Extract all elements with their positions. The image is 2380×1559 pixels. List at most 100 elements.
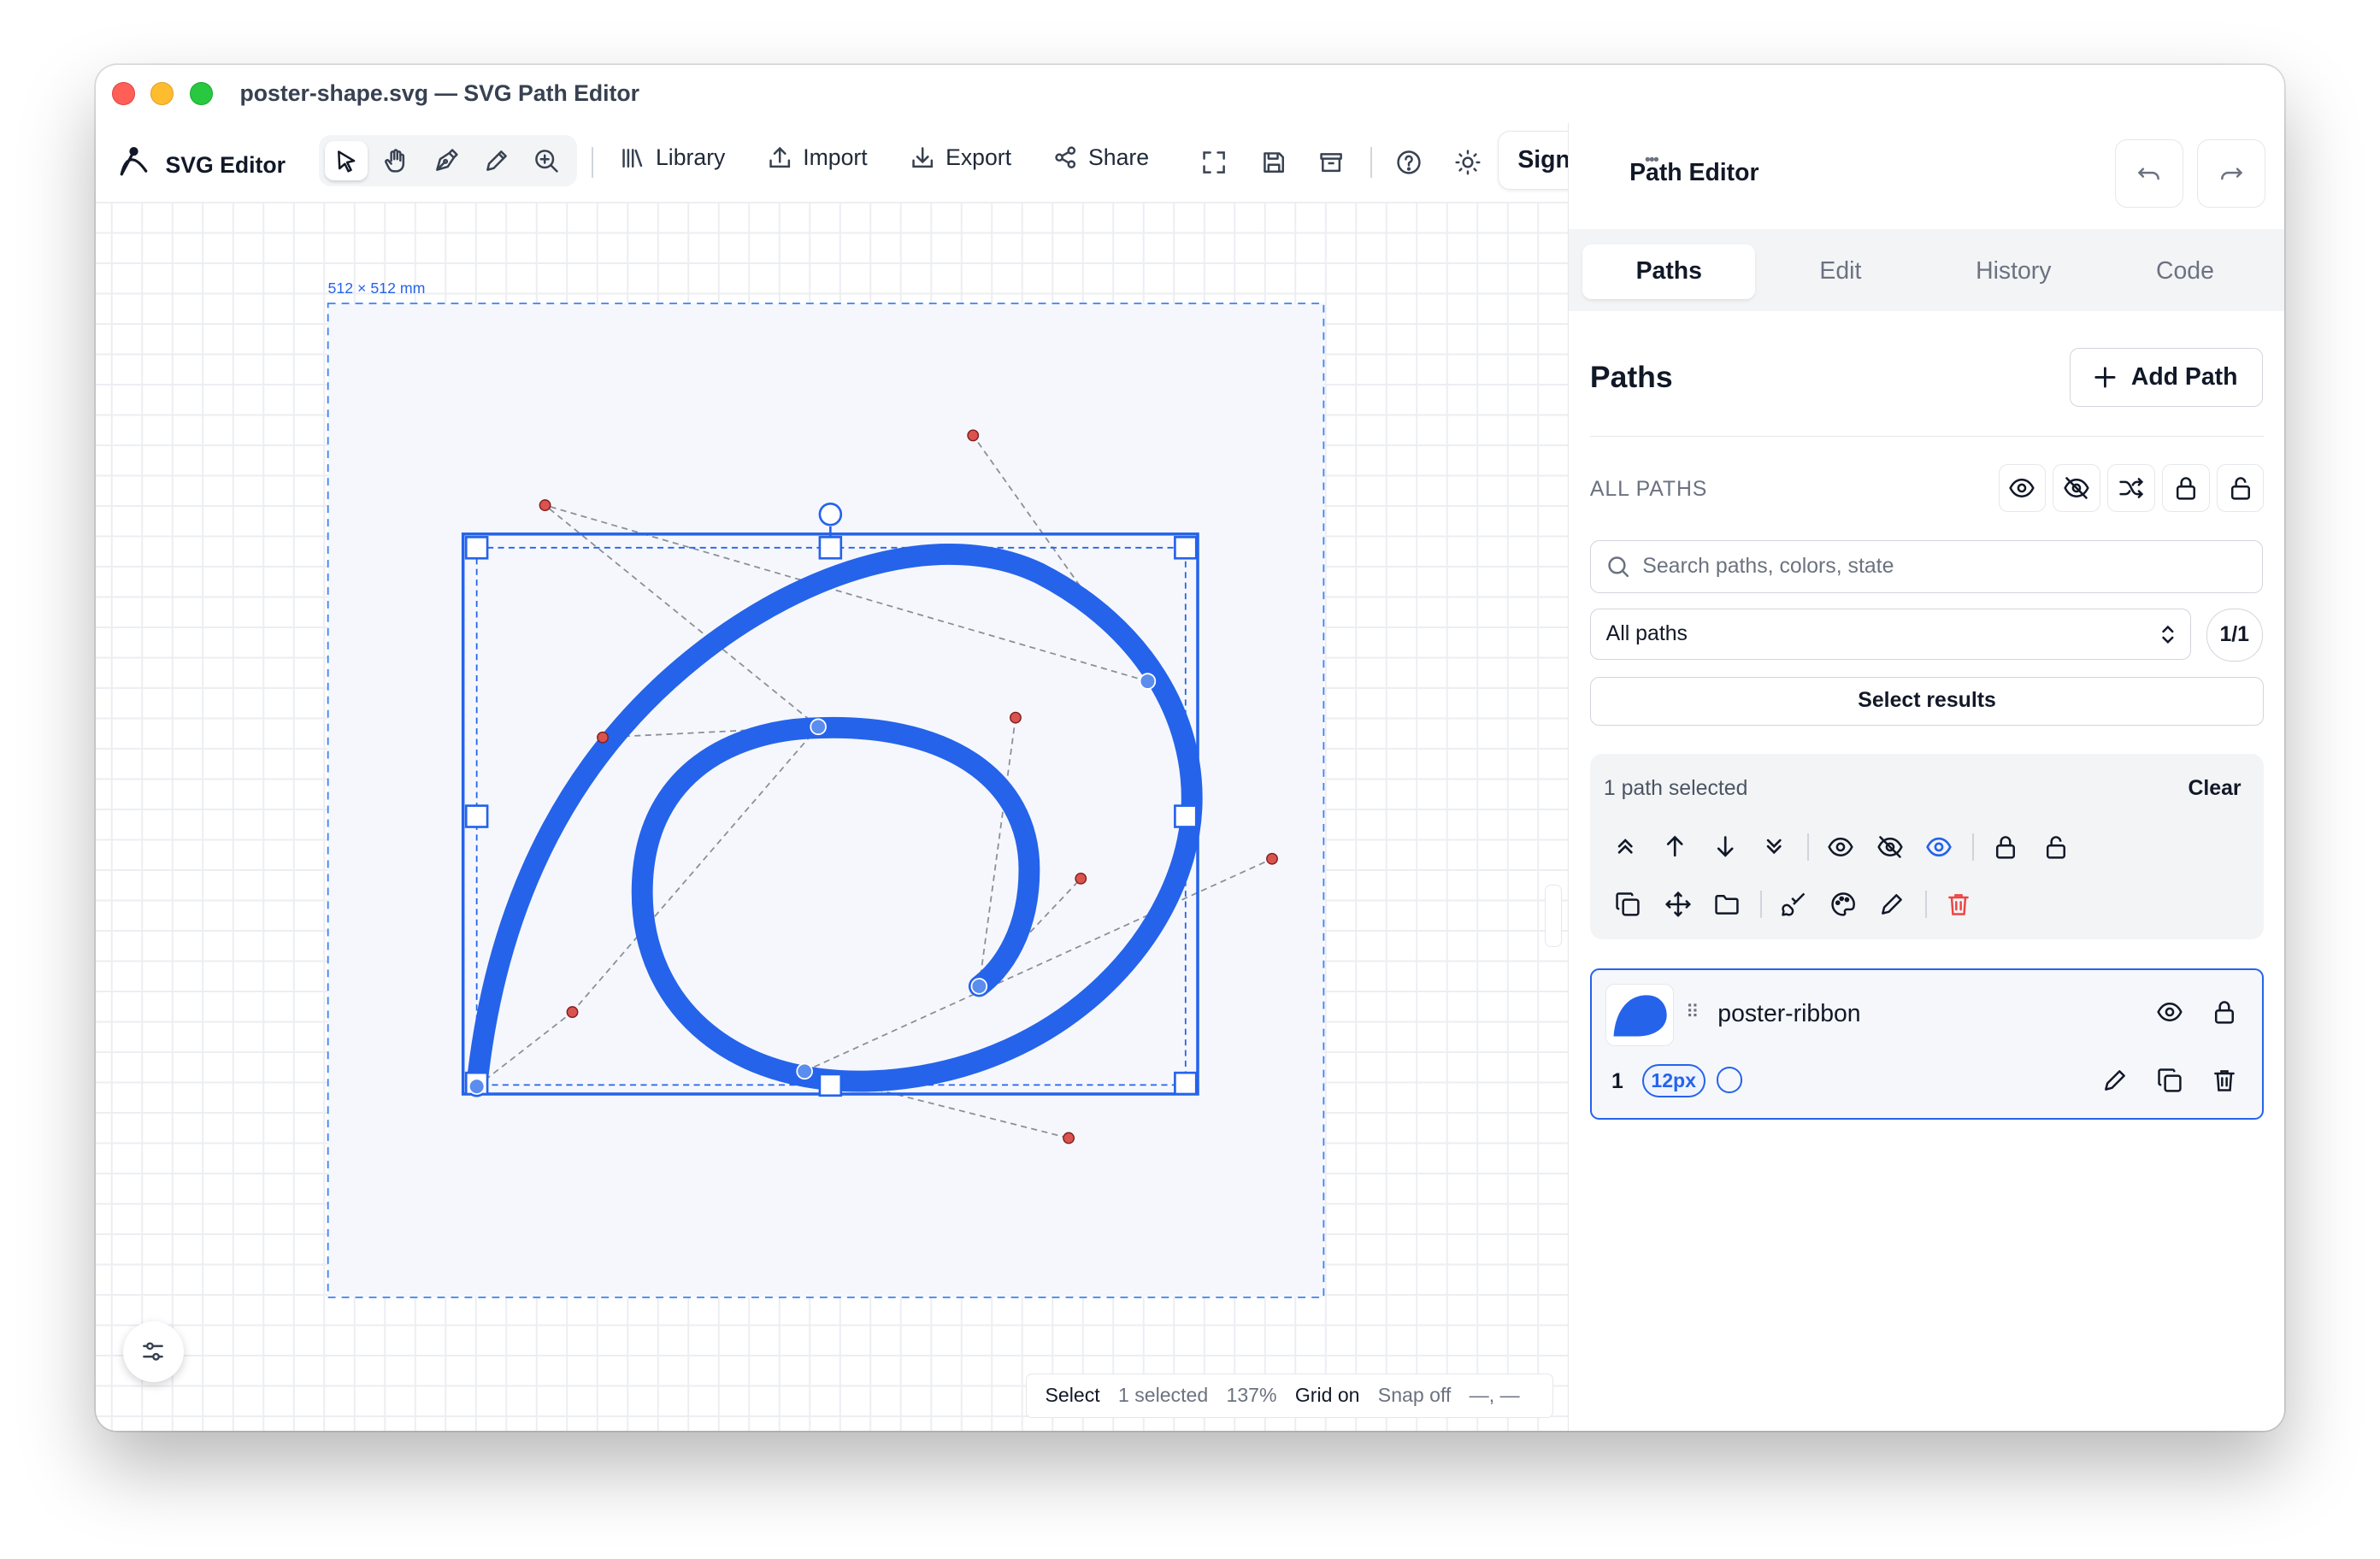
- select-results-button[interactable]: Select results: [1589, 676, 2265, 726]
- show-selected-button[interactable]: [1823, 830, 1857, 863]
- duplicate-path-button[interactable]: [2153, 1064, 2187, 1097]
- divider: [1759, 891, 1762, 919]
- send-to-back-button[interactable]: [1757, 830, 1790, 863]
- title-bar: poster-shape.svg — SVG Path Editor: [96, 65, 2284, 122]
- color-palette-button[interactable]: [1827, 888, 1860, 921]
- redo-icon: [2221, 168, 2243, 180]
- path-index: 1: [1611, 1069, 1623, 1093]
- add-path-button[interactable]: Add Path: [2069, 347, 2263, 408]
- drawing-canvas[interactable]: 512 × 512 mm Select 1 selected 137% Grid…: [95, 202, 1569, 1432]
- tool-group: [318, 135, 577, 187]
- select-tool-button[interactable]: [324, 141, 368, 181]
- delete-selected-button[interactable]: [1942, 888, 1976, 921]
- drag-handle-icon[interactable]: ⠿: [1686, 1002, 1700, 1023]
- brush-style-button[interactable]: [1776, 888, 1810, 921]
- fill-swatch[interactable]: [1716, 1067, 1743, 1094]
- theme-toggle-button[interactable]: [1450, 144, 1487, 181]
- pencil-tool-button[interactable]: [475, 141, 518, 180]
- canvas-settings-button[interactable]: [122, 1321, 184, 1383]
- import-label: Import: [803, 144, 868, 170]
- panel-resize-handle[interactable]: [1545, 885, 1563, 948]
- hide-selected-button[interactable]: [1874, 830, 1907, 863]
- tab-edit[interactable]: Edit: [1754, 244, 1927, 299]
- pencil-icon: [1882, 894, 1903, 915]
- redo-button[interactable]: [2197, 139, 2266, 209]
- import-button[interactable]: Import: [768, 144, 868, 171]
- path-editor-panel: ••• Path Editor Paths Edit History Code …: [1568, 122, 2285, 1432]
- brand-label: SVG Editor: [165, 152, 286, 179]
- toggle-visibility-button[interactable]: [2153, 996, 2187, 1029]
- lock-icon: [2215, 1001, 2235, 1025]
- show-all-button[interactable]: [1998, 464, 2046, 512]
- tab-history[interactable]: History: [1927, 244, 2100, 299]
- tab-code[interactable]: Code: [2099, 244, 2271, 299]
- export-label: Export: [946, 144, 1012, 170]
- undo-button[interactable]: [2115, 139, 2184, 209]
- shuffle-button[interactable]: [2107, 464, 2155, 512]
- eye-icon: [2157, 1003, 2183, 1022]
- divider: [1972, 832, 1975, 861]
- bring-to-front-button[interactable]: [1608, 830, 1641, 863]
- zoom-window-button[interactable]: [189, 81, 213, 105]
- eye-icon: [2009, 478, 2035, 497]
- save-icon: [1263, 152, 1284, 173]
- section-divider: [1589, 435, 2265, 438]
- help-button[interactable]: [1390, 144, 1427, 181]
- palette-icon: [1831, 892, 1856, 916]
- close-window-button[interactable]: [112, 81, 136, 105]
- rotate-handle[interactable]: [818, 503, 842, 527]
- pen-tool-button[interactable]: [425, 141, 468, 180]
- unlock-selected-button[interactable]: [2039, 830, 2072, 863]
- all-paths-label: ALL PATHS: [1589, 478, 1708, 502]
- isolate-visibility-button[interactable]: [1923, 830, 1956, 863]
- eye-active-icon: [1926, 837, 1953, 856]
- divider: [1925, 891, 1928, 919]
- chevrons-down-icon: [1766, 839, 1782, 855]
- fullscreen-button[interactable]: [1196, 144, 1233, 181]
- plus-icon: [2094, 367, 2116, 388]
- toggle-lock-button[interactable]: [2208, 996, 2242, 1029]
- send-backward-button[interactable]: [1708, 830, 1741, 863]
- status-mode: Select: [1045, 1384, 1100, 1407]
- sliders-icon: [143, 1342, 164, 1361]
- arrow-up-icon: [1667, 836, 1683, 857]
- edit-selected-button[interactable]: [1876, 888, 1909, 921]
- library-button[interactable]: Library: [621, 144, 725, 171]
- delete-path-button[interactable]: [2208, 1064, 2242, 1097]
- copy-icon: [2158, 1068, 2183, 1093]
- share-button[interactable]: Share: [1053, 144, 1149, 171]
- export-button[interactable]: Export: [910, 144, 1011, 171]
- clear-selection-button[interactable]: Clear: [2188, 777, 2241, 801]
- help-icon: [1396, 150, 1421, 174]
- hand-tool-button[interactable]: [375, 141, 418, 180]
- lock-all-button[interactable]: [2162, 464, 2210, 512]
- hide-all-button[interactable]: [2053, 464, 2100, 512]
- path-thumbnail: [1605, 983, 1674, 1046]
- folder-icon: [1715, 895, 1739, 915]
- minimize-window-button[interactable]: [150, 81, 174, 105]
- zoom-tool-button[interactable]: [525, 141, 568, 180]
- edit-path-button[interactable]: [2099, 1064, 2132, 1097]
- upload-icon: [769, 146, 791, 168]
- stroke-width-badge[interactable]: 12px: [1641, 1063, 1705, 1098]
- search-input[interactable]: [1639, 553, 2223, 580]
- library-label: Library: [655, 144, 726, 170]
- unlock-all-button[interactable]: [2217, 464, 2265, 512]
- save-button[interactable]: [1255, 144, 1292, 181]
- path-filter-select[interactable]: All paths: [1589, 608, 2192, 661]
- archive-button[interactable]: [1313, 144, 1350, 181]
- lock-selected-button[interactable]: [1989, 830, 2023, 863]
- divider: [1806, 832, 1809, 861]
- add-path-label: Add Path: [2130, 362, 2238, 391]
- path-name: poster-ribbon: [1717, 1000, 1861, 1028]
- tab-paths[interactable]: Paths: [1582, 244, 1756, 299]
- window-title: poster-shape.svg — SVG Path Editor: [239, 80, 640, 107]
- trash-icon: [1948, 894, 1970, 915]
- bring-forward-button[interactable]: [1658, 830, 1692, 863]
- artboard: [327, 303, 1325, 1298]
- archive-icon: [1320, 152, 1342, 172]
- group-into-folder-button[interactable]: [1710, 888, 1743, 921]
- move-selected-button[interactable]: [1661, 888, 1694, 921]
- path-list-item[interactable]: ⠿ poster-ribbon 1 12px: [1589, 968, 2265, 1121]
- duplicate-selected-button[interactable]: [1611, 888, 1645, 921]
